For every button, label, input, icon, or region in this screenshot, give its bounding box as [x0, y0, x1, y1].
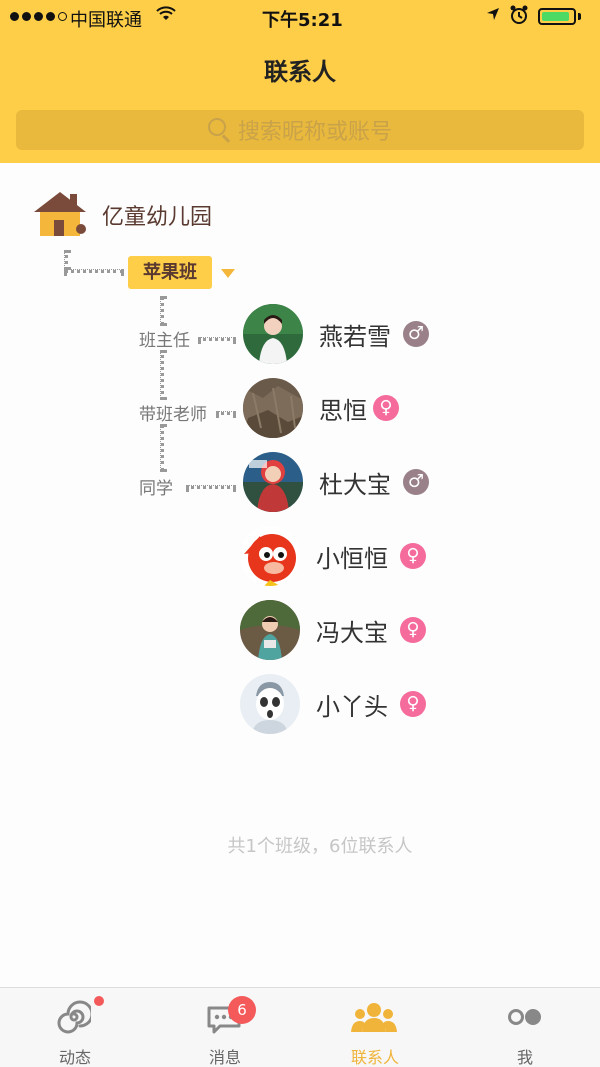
- tab-me[interactable]: 我: [450, 988, 600, 1067]
- status-time: 下午5:21: [262, 10, 343, 31]
- profile-dots-icon: [508, 1008, 542, 1030]
- status-bar: 中国联通 下午5:21: [0, 0, 600, 34]
- contact-row[interactable]: 小丫头 ♀: [240, 674, 426, 734]
- search-icon: [207, 118, 232, 143]
- tab-feed[interactable]: 动态: [0, 988, 150, 1067]
- contact-row[interactable]: 冯大宝 ♀: [240, 600, 426, 660]
- school-name: 亿童幼儿园: [102, 205, 213, 230]
- signal-strength-icon: [10, 12, 67, 21]
- tab-label: 消息: [208, 1048, 241, 1067]
- male-icon: ♂: [403, 321, 429, 347]
- contact-row[interactable]: 燕若雪 ♂: [243, 304, 429, 364]
- female-icon: ♀: [400, 543, 426, 569]
- battery-icon: [538, 8, 576, 25]
- tab-contacts[interactable]: 联系人: [300, 988, 450, 1067]
- tree-connector: [160, 350, 164, 400]
- contact-name: 小恒恒: [316, 544, 388, 573]
- class-badge[interactable]: 苹果班: [128, 256, 212, 289]
- spiral-icon: [57, 1000, 94, 1038]
- tab-messages[interactable]: 6 消息: [150, 988, 300, 1067]
- contact-name: 燕若雪: [319, 322, 391, 351]
- alarm-clock-icon: [510, 5, 528, 30]
- page-title: 联系人: [264, 58, 336, 86]
- house-icon: [32, 192, 88, 238]
- contact-row[interactable]: 思恒 ♀: [243, 378, 399, 438]
- female-icon: ♀: [400, 691, 426, 717]
- avatar: [243, 378, 303, 438]
- message-count-badge: 6: [228, 996, 256, 1024]
- tab-label: 联系人: [350, 1048, 399, 1067]
- role-label-class-teacher: 带班老师: [139, 405, 207, 425]
- avatar: [243, 452, 303, 512]
- tree-connector: [64, 250, 68, 270]
- top-bar: 中国联通 下午5:21 联系人 搜索昵称或账号: [0, 0, 600, 163]
- carrier-name: 中国联通: [70, 10, 142, 31]
- school-header[interactable]: 亿童幼儿园: [32, 192, 212, 238]
- search-placeholder: 搜索昵称或账号: [237, 120, 392, 145]
- avatar: [240, 674, 300, 734]
- tab-label: 我: [516, 1048, 533, 1067]
- tree-connector: [186, 485, 236, 489]
- tab-label: 动态: [58, 1048, 91, 1067]
- notification-dot: [94, 996, 104, 1006]
- tree-connector: [64, 269, 124, 273]
- contact-name: 小丫头: [316, 692, 388, 721]
- location-arrow-icon: [486, 6, 500, 25]
- avatar: [243, 304, 303, 364]
- contact-row[interactable]: 杜大宝 ♂: [243, 452, 429, 512]
- female-icon: ♀: [373, 395, 399, 421]
- tree-connector: [160, 296, 164, 326]
- contact-row[interactable]: 小恒恒 ♀: [240, 526, 426, 586]
- contacts-summary: 共1个班级，6位联系人: [227, 836, 413, 857]
- male-icon: ♂: [403, 469, 429, 495]
- role-label-classmate: 同学: [139, 479, 173, 499]
- search-input[interactable]: 搜索昵称或账号: [16, 110, 584, 150]
- tree-connector: [216, 411, 236, 415]
- tab-bar: 动态 6 消息 联系人 我: [0, 987, 600, 1067]
- role-label-head-teacher: 班主任: [139, 331, 190, 351]
- female-icon: ♀: [400, 617, 426, 643]
- battery-tip: [578, 13, 581, 20]
- contact-name: 冯大宝: [316, 618, 388, 647]
- tree-connector: [198, 337, 236, 341]
- chevron-down-icon[interactable]: [221, 269, 235, 278]
- avatar: [240, 600, 300, 660]
- tree-connector: [160, 424, 164, 472]
- people-icon: [351, 1000, 397, 1038]
- wifi-icon: [156, 6, 176, 27]
- contact-name: 杜大宝: [319, 470, 391, 499]
- avatar: [240, 526, 300, 586]
